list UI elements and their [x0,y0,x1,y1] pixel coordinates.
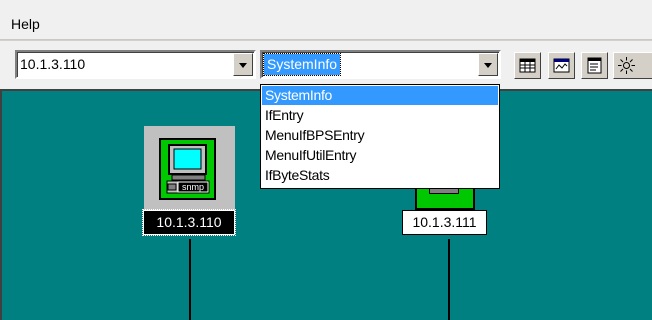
snmp-computer-icon: snmp [166,144,210,194]
menu-bar: Help [0,0,652,40]
chart-view-button[interactable] [548,52,575,79]
toolbar: 10.1.3.110 SystemInfo [0,41,652,89]
node-label-10-1-3-111[interactable]: 10.1.3.111 [402,210,487,235]
view-dropdown-arrow-button[interactable] [478,53,498,76]
chart-icon [553,58,570,73]
view-dropdown-list[interactable]: SystemInfo IfEntry MenuIfBPSEntry MenuIf… [260,84,500,189]
dropdown-option-menuifutilentry[interactable]: MenuIfUtilEntry [262,146,498,165]
discover-button[interactable] [613,52,652,79]
address-combobox[interactable]: 10.1.3.110 [15,50,256,79]
address-combobox-value: 10.1.3.110 [20,56,86,72]
dropdown-option-menuifbpsentry[interactable]: MenuIfBPSEntry [262,126,498,145]
snmp-device-node[interactable]: snmp [144,126,235,211]
node-icon-background: snmp [159,138,216,200]
sun-icon [618,57,635,74]
network-link-line [189,239,191,320]
document-view-button[interactable] [581,52,608,79]
dropdown-option-ifbytestats[interactable]: IfByteStats [262,166,498,185]
node-label-10-1-3-110[interactable]: 10.1.3.110 [142,209,236,236]
dropdown-option-systeminfo[interactable]: SystemInfo [262,86,498,105]
document-icon [587,57,602,74]
table-icon [519,58,536,73]
view-combobox-value: SystemInfo [262,53,342,76]
view-combobox[interactable]: SystemInfo [260,50,501,79]
dropdown-option-ifentry[interactable]: IfEntry [262,106,498,125]
snmp-icon-text: snmp [182,182,204,192]
table-view-button[interactable] [514,52,541,79]
address-dropdown-arrow-button[interactable] [233,53,253,76]
menu-help[interactable]: Help [11,16,40,32]
network-link-line [448,239,450,320]
